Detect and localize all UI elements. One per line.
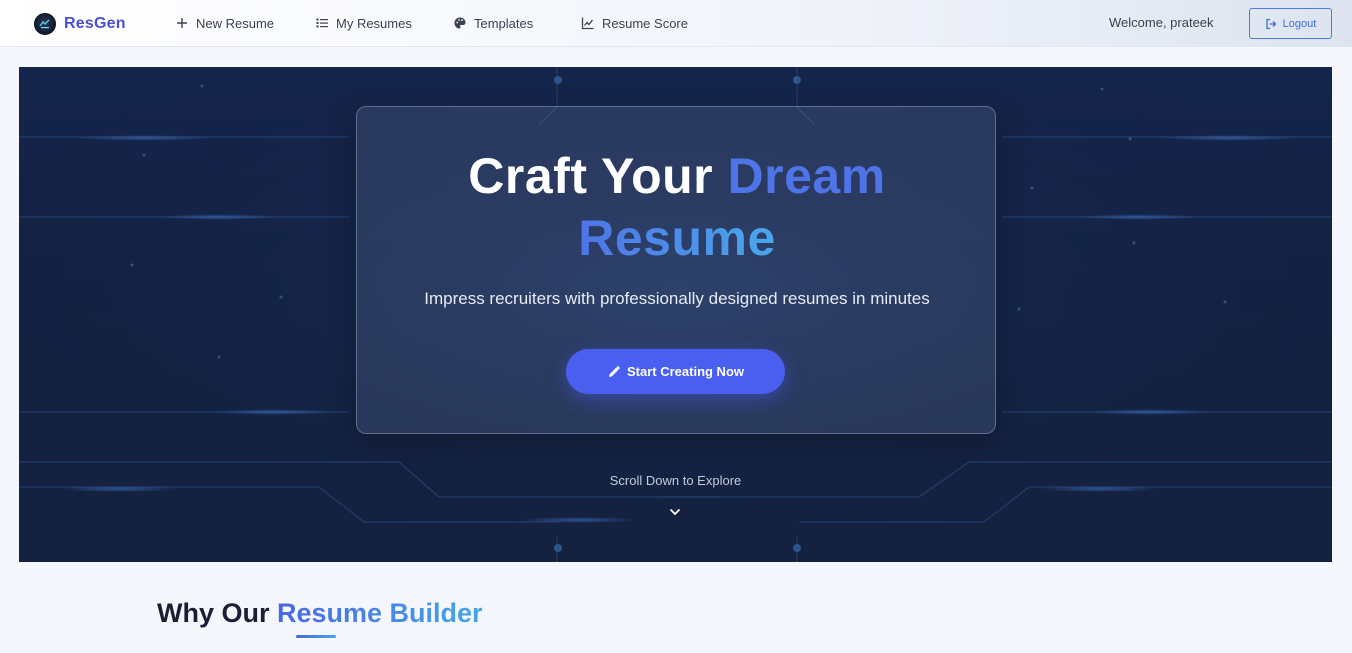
hero-title: Craft Your Dream Resume [357, 145, 997, 269]
nav-my-resumes[interactable]: My Resumes [315, 14, 412, 32]
nav-new-resume[interactable]: New Resume [175, 14, 274, 32]
hero-section: Craft Your Dream Resume Impress recruite… [19, 67, 1332, 562]
welcome-text: Welcome, prateek [1109, 15, 1214, 30]
hero-title-part1: Craft Your [468, 148, 728, 204]
top-navbar: ResGen New Resume My Resumes Templates R… [0, 0, 1352, 47]
chart-line-icon [581, 17, 594, 30]
logout-label: Logout [1282, 17, 1317, 30]
section-title: Why Our Resume Builder [157, 598, 483, 629]
nav-new-resume-label: New Resume [196, 15, 275, 31]
logout-icon [1266, 18, 1277, 29]
start-creating-button[interactable]: Start Creating Now [566, 349, 785, 394]
hero-title-part3: Resume [578, 210, 776, 266]
hero-subtitle: Impress recruiters with professionally d… [424, 289, 930, 308]
brand-name: ResGen [64, 14, 126, 32]
hero-card: Craft Your Dream Resume Impress recruite… [356, 106, 996, 434]
resgen-logo-icon [34, 12, 56, 35]
plus-icon [177, 18, 187, 28]
brand-link[interactable]: ResGen [34, 12, 126, 35]
nav-my-resumes-label: My Resumes [336, 15, 412, 31]
list-icon [316, 18, 328, 28]
nav-templates-label: Templates [474, 15, 534, 31]
section-title-underline [296, 635, 336, 638]
scroll-hint: Scroll Down to Explore [609, 473, 742, 488]
logout-button[interactable]: Logout [1249, 8, 1332, 39]
section-title-part1: Why Our [157, 598, 277, 628]
start-creating-label: Start Creating Now [626, 364, 744, 379]
pencil-icon [608, 365, 621, 377]
nav-templates[interactable]: Templates [453, 14, 533, 32]
palette-icon [454, 17, 466, 29]
nav-resume-score[interactable]: Resume Score [581, 14, 688, 32]
section-title-part2: Resume Builder [277, 598, 483, 628]
chevron-down-icon[interactable] [668, 505, 682, 519]
nav-resume-score-label: Resume Score [602, 15, 688, 31]
hero-title-part2: Dream [727, 148, 886, 204]
